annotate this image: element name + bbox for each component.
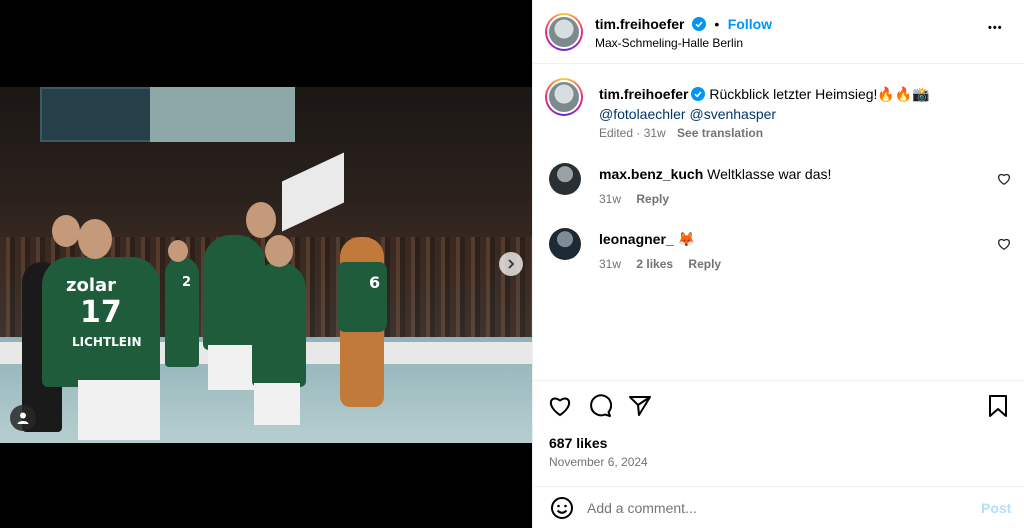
photo-head [265,235,293,267]
post-sidebar: tim.freihoefer • Follow Max-Schmeling-Ha… [532,0,1024,528]
share-button[interactable] [627,393,653,419]
caption-author-avatar[interactable] [545,78,583,116]
post-media: zolar 17 LICHTLEIN 2 6 [0,0,532,528]
caption-mention[interactable]: @svenhasper [689,106,776,122]
post-header-meta: tim.freihoefer • Follow [595,16,772,34]
see-translation-link[interactable]: See translation [677,126,763,140]
heart-icon [550,397,570,417]
carousel-next-button[interactable] [499,252,523,276]
comment-meta: 31w 2 likes Reply [599,257,721,271]
comment-text: Weltklasse war das! [707,166,832,182]
author-avatar[interactable] [545,13,583,51]
follow-button[interactable]: Follow [728,16,772,32]
caption: tim.freihoefer Rückblick letzter Heimsie… [599,84,999,124]
caption-meta: Edited · 31w See translation [599,126,763,140]
comment-username[interactable]: leonagner_ [599,231,674,247]
post-comment-button[interactable]: Post [981,500,1011,516]
comment-time: 31w [599,192,622,206]
post-header: tim.freihoefer • Follow Max-Schmeling-Ha… [533,0,1024,64]
comment-time: 31w [599,257,622,271]
comment-input[interactable] [587,497,947,519]
comment-avatar[interactable] [549,163,581,195]
caption-edited-time: Edited · 31w [599,126,666,140]
emoji-button[interactable] [549,495,575,521]
chevron-right-icon [508,259,515,269]
caption-mention[interactable]: @fotolaechler [599,106,686,122]
photo-jersey-number: 17 [80,295,122,330]
header-separator: • [714,16,720,32]
user-tag-icon [17,412,29,424]
more-options-button[interactable]: ••• [988,22,1003,34]
author-username[interactable]: tim.freihoefer [595,16,684,32]
paper-plane-icon [629,396,651,416]
comment-likes-count[interactable]: 2 likes [636,257,673,271]
photo-shorts [208,345,256,390]
photo-flag [282,152,344,232]
photo-shorts [254,383,300,425]
comment-reply-button[interactable]: Reply [688,257,721,271]
photo-player-hugging [252,262,306,387]
comment-button[interactable] [587,393,613,419]
smiley-icon [551,497,573,519]
like-button[interactable] [547,393,573,419]
verified-badge-icon [691,87,706,101]
verified-badge-icon [691,17,706,31]
comment-like-heart-icon[interactable] [997,237,1011,251]
save-button[interactable] [985,393,1011,419]
user-tags-button[interactable] [10,405,36,431]
photo-head [78,219,112,259]
post-actions: 687 likes November 6, 2024 [533,380,1024,469]
photo-head [246,202,276,238]
post-photo[interactable]: zolar 17 LICHTLEIN 2 6 [0,87,532,443]
speech-bubble-icon [590,394,612,417]
comment-username[interactable]: max.benz_kuch [599,166,703,182]
post-location[interactable]: Max-Schmeling-Halle Berlin [595,36,743,50]
photo-player [165,257,199,367]
photo-head [52,215,80,247]
photo-shorts [78,380,160,440]
likes-count[interactable]: 687 likes [549,435,607,451]
comment-avatar[interactable] [549,228,581,260]
comment-reply-button[interactable]: Reply [636,192,669,206]
photo-head [168,240,188,262]
comment-composer: Post [533,486,1024,528]
caption-text: Rückblick letzter Heimsieg!🔥🔥📸 [709,86,930,102]
photo-jumbotron-panel [150,87,295,142]
photo-jersey-name: LICHTLEIN [72,335,142,349]
comment-body: leonagner_ 🦊 [599,231,695,248]
caption-author[interactable]: tim.freihoefer [599,86,688,102]
post-date: November 6, 2024 [549,455,648,469]
photo-jersey-number: 2 [182,275,192,290]
bookmark-icon [989,395,1007,417]
comment-body: max.benz_kuch Weltklasse war das! [599,166,831,182]
comment-like-heart-icon[interactable] [997,172,1011,186]
comment-meta: 31w Reply [599,192,669,206]
photo-jersey-sponsor: zolar [66,275,117,296]
comment-text: 🦊 [677,231,696,247]
photo-mascot-number: 6 [369,273,381,292]
